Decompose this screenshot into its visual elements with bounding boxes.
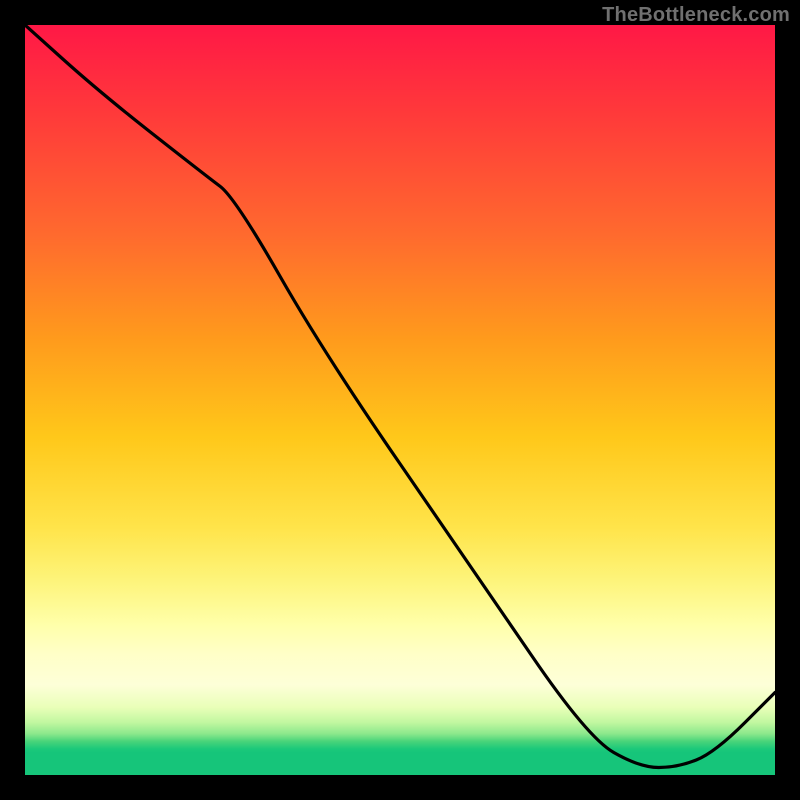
curve-svg <box>25 25 775 775</box>
chart-container: TheBottleneck.com <box>0 0 800 800</box>
bottleneck-curve <box>25 25 775 768</box>
watermark-text: TheBottleneck.com <box>602 4 790 27</box>
plot-area <box>25 25 775 775</box>
